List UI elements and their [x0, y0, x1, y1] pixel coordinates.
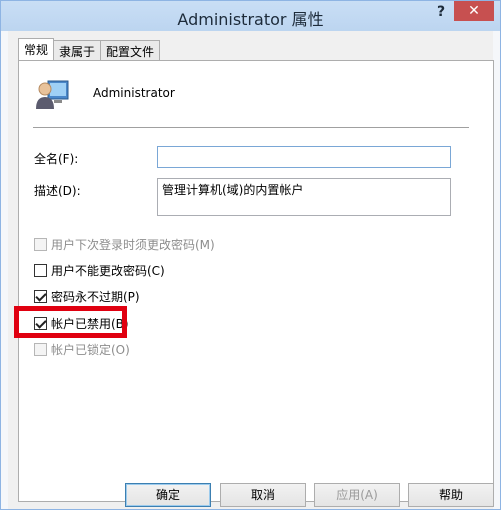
account-locked-checkbox[interactable]: 帐户已锁定(O) [34, 341, 130, 358]
ok-button[interactable]: 确定 [125, 483, 211, 507]
checkbox-label: 密码永不过期(P) [51, 290, 140, 304]
account-name: Administrator [93, 86, 175, 100]
must-change-password-checkbox[interactable]: 用户下次登录时须更改密码(M) [34, 236, 215, 253]
section-divider [33, 127, 469, 128]
description-input[interactable]: 管理计算机(域)的内置帐户 [157, 178, 451, 216]
checkbox-label: 用户下次登录时须更改密码(M) [51, 238, 215, 252]
tab-strip: 常规 隶属于 配置文件 [18, 38, 161, 60]
title-bar[interactable]: Administrator 属性 ? ✕ [1, 1, 500, 31]
close-icon[interactable]: ✕ [454, 1, 494, 21]
fullname-input[interactable] [157, 146, 451, 168]
help-button[interactable]: 帮助 [408, 483, 494, 507]
apply-button[interactable]: 应用(A) [314, 483, 400, 507]
password-never-expires-checkbox[interactable]: 密码永不过期(P) [34, 288, 140, 305]
properties-window: Administrator 属性 ? ✕ 常规 隶属于 配置文件 Adminis… [0, 0, 501, 510]
cannot-change-password-checkbox[interactable]: 用户不能更改密码(C) [34, 262, 165, 279]
help-icon[interactable]: ? [432, 4, 450, 24]
checkbox-box[interactable] [34, 264, 47, 277]
checkbox-box[interactable] [34, 343, 47, 356]
general-panel: Administrator 全名(F): 描述(D): 管理计算机(域)的内置帐… [18, 60, 494, 502]
description-label: 描述(D): [34, 184, 81, 198]
tab-general[interactable]: 常规 [18, 38, 55, 60]
fullname-label: 全名(F): [34, 152, 79, 166]
tab-member-of[interactable]: 隶属于 [53, 40, 102, 60]
annotation-highlight-box [14, 306, 127, 338]
tab-profile[interactable]: 配置文件 [100, 40, 161, 60]
checkbox-box[interactable] [34, 238, 47, 251]
checkbox-box[interactable] [34, 290, 47, 303]
dialog-client: 常规 隶属于 配置文件 Administrator 全名(F): 描述(D): … [8, 31, 494, 509]
user-account-icon [36, 80, 69, 109]
checkbox-label: 帐户已锁定(O) [51, 343, 130, 357]
checkbox-label: 用户不能更改密码(C) [51, 264, 165, 278]
cancel-button[interactable]: 取消 [220, 483, 306, 507]
window-title: Administrator 属性 [177, 10, 324, 29]
